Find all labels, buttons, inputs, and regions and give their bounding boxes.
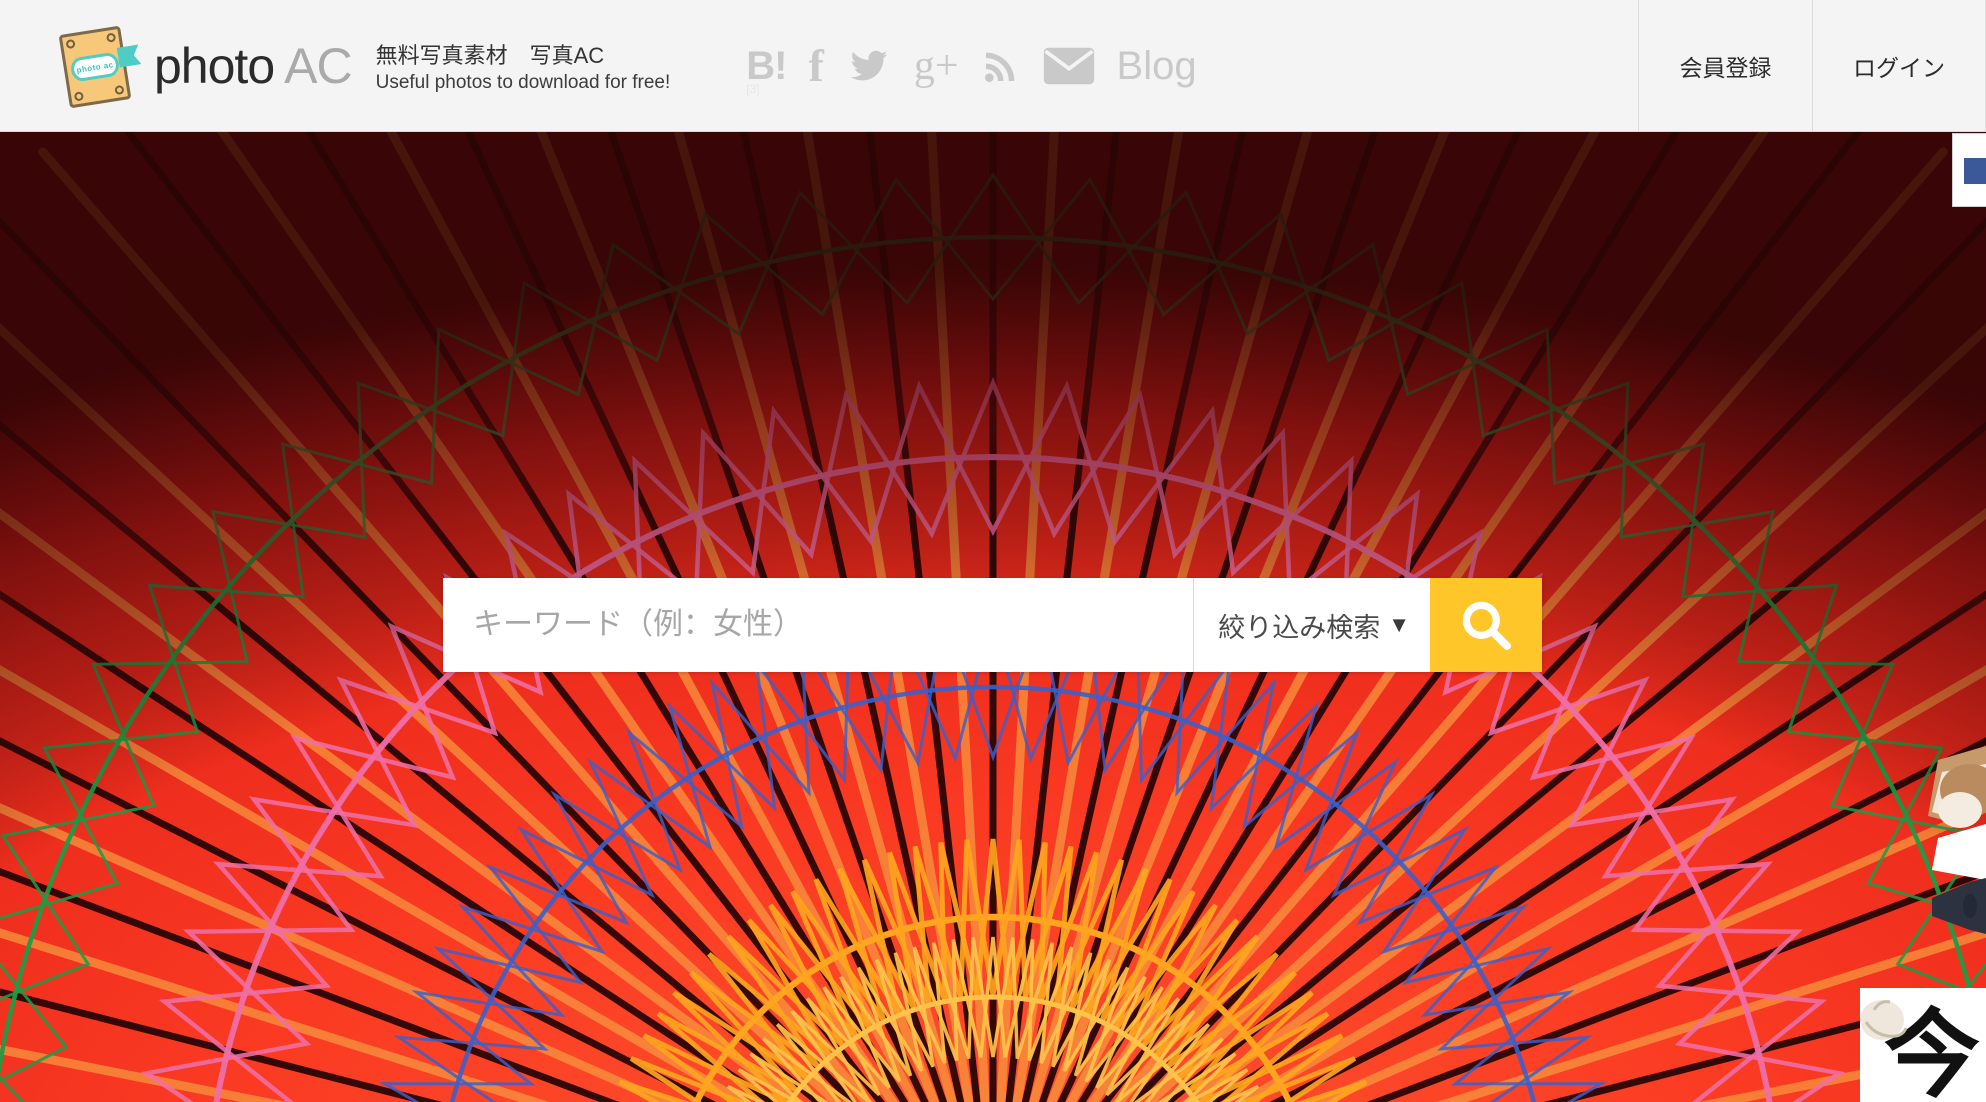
logo-badge-text: photo ac — [75, 59, 115, 74]
site-header: photo ac photo AC 無料写真素材 写真AC Useful phot… — [0, 0, 1986, 132]
logo-corner-dot — [65, 38, 76, 49]
tagline-japanese: 無料写真素材 写真AC — [375, 42, 605, 68]
search-bar: 絞り込み検索 ▼ — [443, 578, 1542, 672]
hatena-count-badge: [3] — [746, 82, 760, 96]
site-tagline: 無料写真素材 写真AC Useful photos to download fo… — [376, 36, 671, 96]
refine-search-dropdown[interactable]: 絞り込み検索 ▼ — [1193, 578, 1430, 672]
hatena-bookmark-icon[interactable]: B! — [746, 46, 787, 86]
logo-corner-dot — [105, 31, 117, 43]
login-button[interactable]: ログイン — [1812, 0, 1986, 131]
search-submit-button[interactable] — [1430, 578, 1542, 672]
floating-share-widget[interactable] — [1952, 133, 1986, 207]
wordmark-ac: AC — [284, 37, 352, 94]
twitter-icon[interactable] — [846, 46, 892, 86]
googleplus-icon[interactable]: g+ — [914, 45, 959, 87]
blog-link[interactable]: Blog — [1117, 46, 1197, 86]
refine-search-label: 絞り込み検索 — [1218, 612, 1381, 643]
rss-icon[interactable] — [981, 46, 1021, 86]
facebook-icon[interactable]: f — [809, 42, 824, 89]
search-input[interactable] — [443, 578, 1194, 672]
search-icon — [1458, 597, 1514, 653]
social-links: B! f g+ Blog [3] — [670, 0, 1638, 131]
logo-corner-dot — [73, 90, 85, 102]
register-button[interactable]: 会員登録 — [1638, 0, 1812, 131]
auth-buttons: 会員登録 ログイン — [1638, 0, 1986, 131]
wordmark-photo: photo — [154, 37, 275, 94]
logo-zone[interactable]: photo ac photo AC 無料写真素材 写真AC Useful phot… — [0, 0, 670, 131]
chevron-down-icon: ▼ — [1388, 612, 1410, 637]
logo-corner-dot — [114, 84, 125, 95]
facebook-share-tab-icon[interactable] — [1964, 158, 1986, 184]
logo-ribbon-shape — [117, 44, 142, 67]
page-root: photo ac photo AC 無料写真素材 写真AC Useful phot… — [0, 0, 1986, 1102]
mail-icon[interactable] — [1043, 46, 1095, 86]
photo-ac-logo-icon[interactable]: photo ac — [56, 20, 140, 112]
logo-badge: photo ac — [69, 50, 121, 83]
site-wordmark[interactable]: photo AC — [154, 37, 353, 94]
tagline-english: Useful photos to download for free! — [375, 71, 671, 93]
